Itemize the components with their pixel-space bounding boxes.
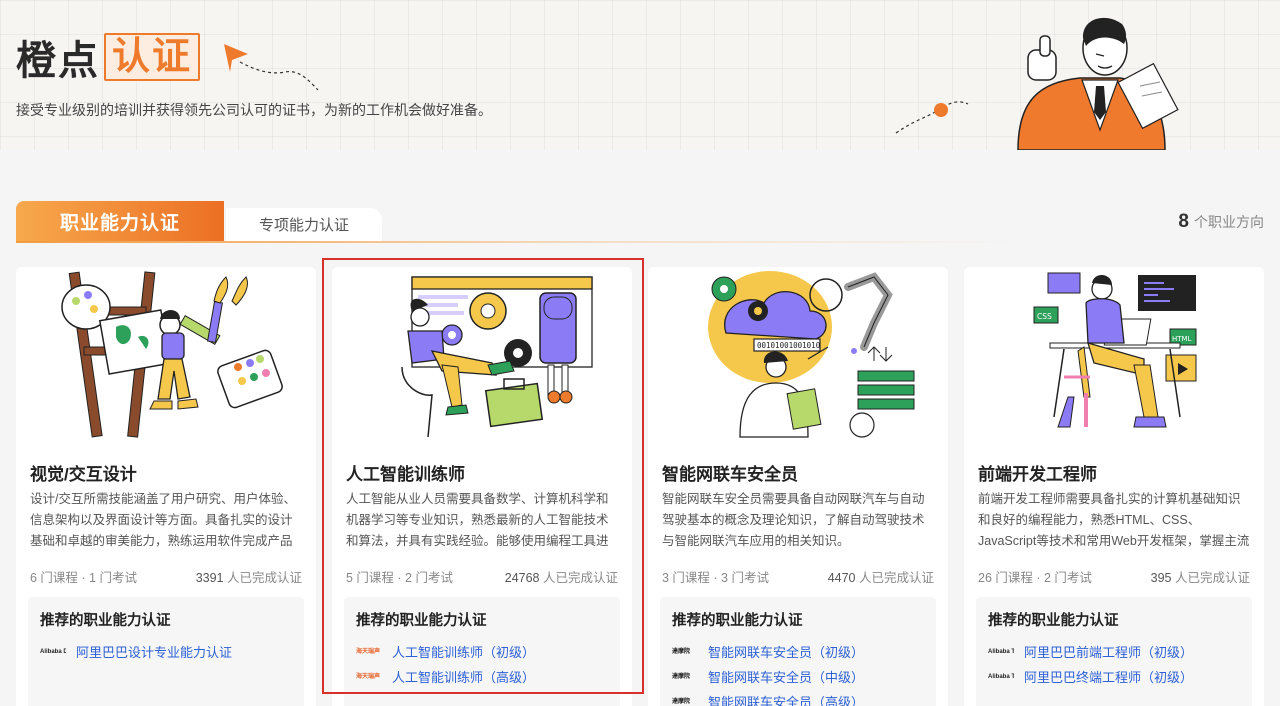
card-learners: 3391 人已完成认证 <box>196 567 302 586</box>
card-learners-label: 人已完成认证 <box>539 571 618 585</box>
card-course-count: 5 门课程 · 2 门考试 <box>346 571 453 585</box>
recommended-certs-list: Alibaba Design 阿里巴巴设计专业能力认证 <box>40 639 232 664</box>
card-description: 前端开发工程师需要具备扎实的计算机基础知识和良好的编程能力，熟悉HTML、CSS… <box>978 492 1250 548</box>
recommended-cert-label: 智能网联车安全员（初级） <box>708 645 865 660</box>
tab-underline <box>16 241 1016 243</box>
card-learners: 395 人已完成认证 <box>1151 567 1250 586</box>
career-count: 8 个职业方向 <box>1178 211 1264 233</box>
career-count-number: 8 <box>1178 211 1189 232</box>
html-badge: HTML <box>1172 335 1192 343</box>
recommended-cert-link[interactable]: 達摩院 智能网联车安全员（中级） <box>672 664 864 689</box>
career-card-frontend-engineer[interactable]: CSS HTML 前端开发工程师 前端开发工程师需要具备扎实的计算机基础知识和良… <box>964 267 1264 706</box>
recommended-certs: 推荐的职业能力认证 Alibaba Tech 阿里巴巴前端工程师（初级） Ali… <box>976 597 1252 706</box>
hero-decoration <box>224 17 1179 150</box>
card-description: 智能网联车安全员需要具备自动网联汽车与自动驾驶基本的概念及理论知识，了解自动驾驶… <box>662 492 925 548</box>
card-learners-number: 3391 <box>195 571 224 585</box>
recommended-certs-heading: 推荐的职业能力认证 <box>356 613 487 629</box>
haitian-logo: 海天瑞声 <box>356 673 381 680</box>
recommended-certs-heading: 推荐的职业能力认证 <box>40 613 171 629</box>
binary-readout: 00101001001010 <box>757 341 821 350</box>
recommended-cert-link[interactable]: Alibaba Tech 阿里巴巴前端工程师（初级） <box>988 639 1193 664</box>
css-badge: CSS <box>1037 312 1052 321</box>
card-description: 人工智能从业人员需要具备数学、计算机科学和机器学习等专业知识，熟悉最新的人工智能… <box>346 492 609 548</box>
card-description: 设计/交互所需技能涵盖了用户研究、用户体验、信息架构以及界面设计等方面。具备扎实… <box>30 492 296 548</box>
connected-vehicle-illustration: 00101001001010 <box>708 271 915 438</box>
career-card-visual-design[interactable]: 视觉/交互设计 设计/交互所需技能涵盖了用户研究、用户体验、信息架构以及界面设计… <box>16 267 316 706</box>
recommended-certs-heading: 推荐的职业能力认证 <box>988 613 1119 629</box>
recommended-cert-label: 人工智能训练师（初级） <box>392 645 536 660</box>
card-learners: 4470 人已完成认证 <box>828 567 934 586</box>
card-meta: 3 门课程 · 3 门考试 4470 人已完成认证 <box>662 567 934 586</box>
card-title[interactable]: 前端开发工程师 <box>978 460 1097 485</box>
ai-trainer-illustration <box>401 276 593 438</box>
card-learners-label: 人已完成认证 <box>855 571 934 585</box>
card-learners: 24768 人已完成认证 <box>505 567 618 586</box>
card-title[interactable]: 人工智能训练师 <box>346 460 465 485</box>
tab-skill-cert[interactable]: 专项能力认证 <box>226 208 382 241</box>
card-title[interactable]: 视觉/交互设计 <box>30 460 137 485</box>
paper-plane-icon <box>224 44 319 91</box>
recommended-certs-list: 海天瑞声 人工智能训练师（初级） 海天瑞声 人工智能训练师（高级） <box>356 639 535 689</box>
recommended-certs-heading: 推荐的职业能力认证 <box>672 613 803 629</box>
recommended-certs: 推荐的职业能力认证 達摩院 智能网联车安全员（初级） 達摩院 智能网联车安全员（… <box>660 597 936 706</box>
card-meta: 6 门课程 · 1 门考试 3391 人已完成认证 <box>30 567 302 586</box>
card-meta: 26 门课程 · 2 门考试 395 人已完成认证 <box>978 567 1250 586</box>
recommended-cert-link[interactable]: 海天瑞声 人工智能训练师（高级） <box>356 664 535 689</box>
career-count-label: 个职业方向 <box>1194 214 1264 230</box>
career-card-ai-trainer[interactable]: 人工智能训练师 人工智能从业人员需要具备数学、计算机科学和机器学习等专业知识，熟… <box>332 267 632 706</box>
card-meta: 5 门课程 · 2 门考试 24768 人已完成认证 <box>346 567 618 586</box>
frontend-illustration: CSS HTML <box>1033 272 1197 428</box>
card-learners-number: 4470 <box>827 571 856 585</box>
card-learners-label: 人已完成认证 <box>1171 571 1250 585</box>
design-illustration <box>61 271 283 438</box>
recommended-cert-label: 阿里巴巴终端工程师（初级） <box>1024 670 1194 685</box>
recommended-cert-link[interactable]: 海天瑞声 人工智能训练师（初级） <box>356 639 535 664</box>
hero-banner: 橙点 认证 接受专业级别的培训并获得领先公司认可的证书，为新的工作机会做好准备。 <box>0 0 1280 150</box>
damo-logo: 達摩院 <box>672 698 691 705</box>
card-course-count: 3 门课程 · 3 门考试 <box>662 571 769 585</box>
damo-logo: 達摩院 <box>672 648 691 655</box>
recommended-cert-link[interactable]: 達摩院 智能网联车安全员（初级） <box>672 639 864 664</box>
card-learners-number: 24768 <box>504 571 540 585</box>
recommended-cert-label: 人工智能训练师（高级） <box>392 670 536 685</box>
cert-tabs: 职业能力认证 专项能力认证 <box>16 201 1264 243</box>
damo-logo: 達摩院 <box>672 673 691 680</box>
card-course-count: 26 门课程 · 2 门考试 <box>978 571 1092 585</box>
alibaba-tech-logo: Alibaba Tech <box>988 673 1014 680</box>
recommended-certs: 推荐的职业能力认证 海天瑞声 人工智能训练师（初级） 海天瑞声 人工智能训练师（… <box>344 597 620 706</box>
card-learners-number: 395 <box>1150 571 1172 585</box>
recommended-certs: 推荐的职业能力认证 Alibaba Design 阿里巴巴设计专业能力认证 <box>28 597 304 706</box>
dotted-swoosh-icon <box>895 101 969 134</box>
recommended-certs-list: Alibaba Tech 阿里巴巴前端工程师（初级） Alibaba Tech … <box>988 639 1193 689</box>
tab-career-cert[interactable]: 职业能力认证 <box>16 201 224 241</box>
recommended-cert-link[interactable]: Alibaba Tech 阿里巴巴终端工程师（初级） <box>988 664 1193 689</box>
career-card-connected-vehicle[interactable]: 00101001001010 智能网联车安全员 智能网联车安全员需要具备自动网联… <box>648 267 948 706</box>
alibaba-tech-logo: Alibaba Tech <box>988 648 1014 655</box>
card-learners-label: 人已完成认证 <box>223 571 302 585</box>
alibaba-design-logo: Alibaba Design <box>40 648 66 655</box>
haitian-logo: 海天瑞声 <box>356 648 381 655</box>
card-course-count: 6 门课程 · 1 门考试 <box>30 571 137 585</box>
recommended-cert-label: 阿里巴巴前端工程师（初级） <box>1024 645 1194 660</box>
recommended-cert-link[interactable]: Alibaba Design 阿里巴巴设计专业能力认证 <box>40 639 232 664</box>
recommended-cert-label: 智能网联车安全员（高级） <box>708 695 865 706</box>
businessman-illustration <box>1017 17 1179 150</box>
recommended-cert-label: 阿里巴巴设计专业能力认证 <box>76 645 233 660</box>
recommended-cert-link[interactable]: 達摩院 智能网联车安全员（高级） <box>672 689 864 706</box>
card-title[interactable]: 智能网联车安全员 <box>662 460 798 485</box>
recommended-cert-label: 智能网联车安全员（中级） <box>708 670 865 685</box>
recommended-certs-list: 達摩院 智能网联车安全员（初级） 達摩院 智能网联车安全员（中级） 達摩院 智能… <box>672 639 864 706</box>
